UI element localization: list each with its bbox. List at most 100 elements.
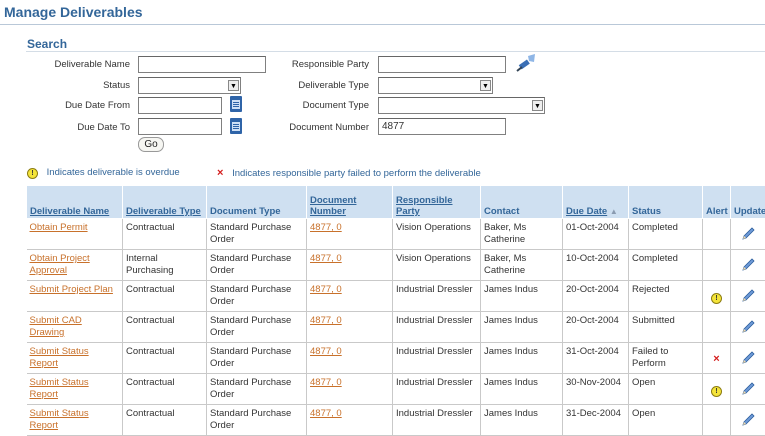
page-title: Manage Deliverables [4,4,143,20]
calendar-icon[interactable] [230,118,242,134]
document-number-input[interactable]: 4877 [378,118,506,135]
document-number-link[interactable]: 4877, 0 [307,312,393,343]
document-number-link[interactable]: 4877, 0 [307,343,393,374]
go-button[interactable]: Go [138,137,164,152]
col-header-status: Status [629,186,703,219]
flashlight-search-icon[interactable] [515,53,537,73]
col-header-deliverable-name[interactable]: Deliverable Name [27,186,123,219]
red-x-icon: × [217,167,223,179]
title-divider [0,24,765,25]
contact-cell: James Indus [481,374,563,405]
document-type-cell: Standard Purchase Order [207,405,307,436]
col-header-document-type: Document Type [207,186,307,219]
calendar-icon[interactable] [230,96,242,112]
due-date-cell: 20-Oct-2004 [563,312,629,343]
table-row: Submit CAD DrawingContractualStandard Pu… [27,312,765,343]
legend-overdue-text: Indicates deliverable is overdue [47,167,180,178]
deliverable-name-link[interactable]: Submit Project Plan [27,281,123,312]
contact-cell: Baker, Ms Catherine [481,219,563,250]
document-number-link[interactable]: 4877, 0 [307,281,393,312]
alert-cell: ! [703,374,731,405]
deliverable-name-input[interactable] [138,56,266,73]
deliverable-name-label: Deliverable Name [20,59,130,70]
table-row: Submit Status ReportContractualStandard … [27,405,765,436]
alert-icon: ! [711,293,722,304]
deliverable-name-link[interactable]: Obtain Project Approval [27,250,123,281]
due-date-from-input[interactable] [138,97,222,114]
document-number-label: Document Number [255,122,369,133]
deliverable-name-link[interactable]: Submit CAD Drawing [27,312,123,343]
update-cell [731,312,765,343]
alert-icon: ! [27,168,38,179]
responsible-party-cell: Industrial Dressler [393,405,481,436]
sort-ascending-icon: ▲ [610,207,618,216]
status-cell: Rejected [629,281,703,312]
search-divider [26,51,765,52]
alert-cell: × [703,343,731,374]
due-date-to-input[interactable] [138,118,222,135]
pencil-edit-icon[interactable] [740,420,756,431]
table-row: Obtain Project ApprovalInternal Purchasi… [27,250,765,281]
deliverable-type-select[interactable]: ▼ [378,77,493,94]
document-number-link[interactable]: 4877, 0 [307,250,393,281]
document-type-cell: Standard Purchase Order [207,281,307,312]
document-number-link[interactable]: 4877, 0 [307,405,393,436]
pencil-edit-icon[interactable] [740,296,756,307]
status-cell: Failed to Perform [629,343,703,374]
status-label: Status [20,80,130,91]
deliverable-name-link[interactable]: Submit Status Report [27,343,123,374]
pencil-edit-icon[interactable] [740,265,756,276]
update-cell [731,219,765,250]
responsible-party-label: Responsible Party [255,59,369,70]
table-row: Submit Status ReportContractualStandard … [27,374,765,405]
alert-cell: ! [703,281,731,312]
due-date-cell: 10-Oct-2004 [563,250,629,281]
alert-cell [703,250,731,281]
status-select[interactable]: ▼ [138,77,241,94]
deliverable-name-link[interactable]: Submit Status Report [27,405,123,436]
due-date-from-label: Due Date From [20,100,130,111]
status-cell: Completed [629,219,703,250]
status-cell: Submitted [629,312,703,343]
col-header-update: Update [731,186,765,219]
col-header-deliverable-type[interactable]: Deliverable Type [123,186,207,219]
pencil-edit-icon[interactable] [740,327,756,338]
update-cell [731,405,765,436]
col-header-responsible-party[interactable]: Responsible Party [393,186,481,219]
legend-overdue: ! Indicates deliverable is overdue [27,167,180,179]
responsible-party-cell: Vision Operations [393,219,481,250]
due-date-cell: 31-Oct-2004 [563,343,629,374]
deliverable-name-link[interactable]: Obtain Permit [27,219,123,250]
responsible-party-cell: Industrial Dressler [393,312,481,343]
contact-cell: James Indus [481,343,563,374]
col-header-document-number[interactable]: Document Number [307,186,393,219]
update-cell [731,374,765,405]
pencil-edit-icon[interactable] [740,234,756,245]
red-x-icon: × [713,353,719,365]
responsible-party-input[interactable] [378,56,506,73]
due-date-cell: 20-Oct-2004 [563,281,629,312]
contact-cell: Baker, Ms Catherine [481,250,563,281]
deliverable-name-link[interactable]: Submit Status Report [27,374,123,405]
deliverable-type-cell: Contractual [123,281,207,312]
contact-cell: James Indus [481,405,563,436]
responsible-party-cell: Industrial Dressler [393,343,481,374]
document-type-cell: Standard Purchase Order [207,374,307,405]
due-date-to-label: Due Date To [20,122,130,133]
document-number-link[interactable]: 4877, 0 [307,374,393,405]
status-cell: Completed [629,250,703,281]
update-cell [731,343,765,374]
search-section-title: Search [27,37,67,51]
pencil-edit-icon[interactable] [740,358,756,369]
deliverable-type-cell: Contractual [123,343,207,374]
responsible-party-cell: Industrial Dressler [393,374,481,405]
status-cell: Open [629,405,703,436]
col-header-due-date[interactable]: Due Date ▲ [563,186,629,219]
document-type-select[interactable]: ▼ [378,97,545,114]
document-number-link[interactable]: 4877, 0 [307,219,393,250]
update-cell [731,250,765,281]
document-type-label: Document Type [255,100,369,111]
pencil-edit-icon[interactable] [740,389,756,400]
due-date-header-label: Due Date [566,206,607,217]
deliverable-type-label: Deliverable Type [255,80,369,91]
